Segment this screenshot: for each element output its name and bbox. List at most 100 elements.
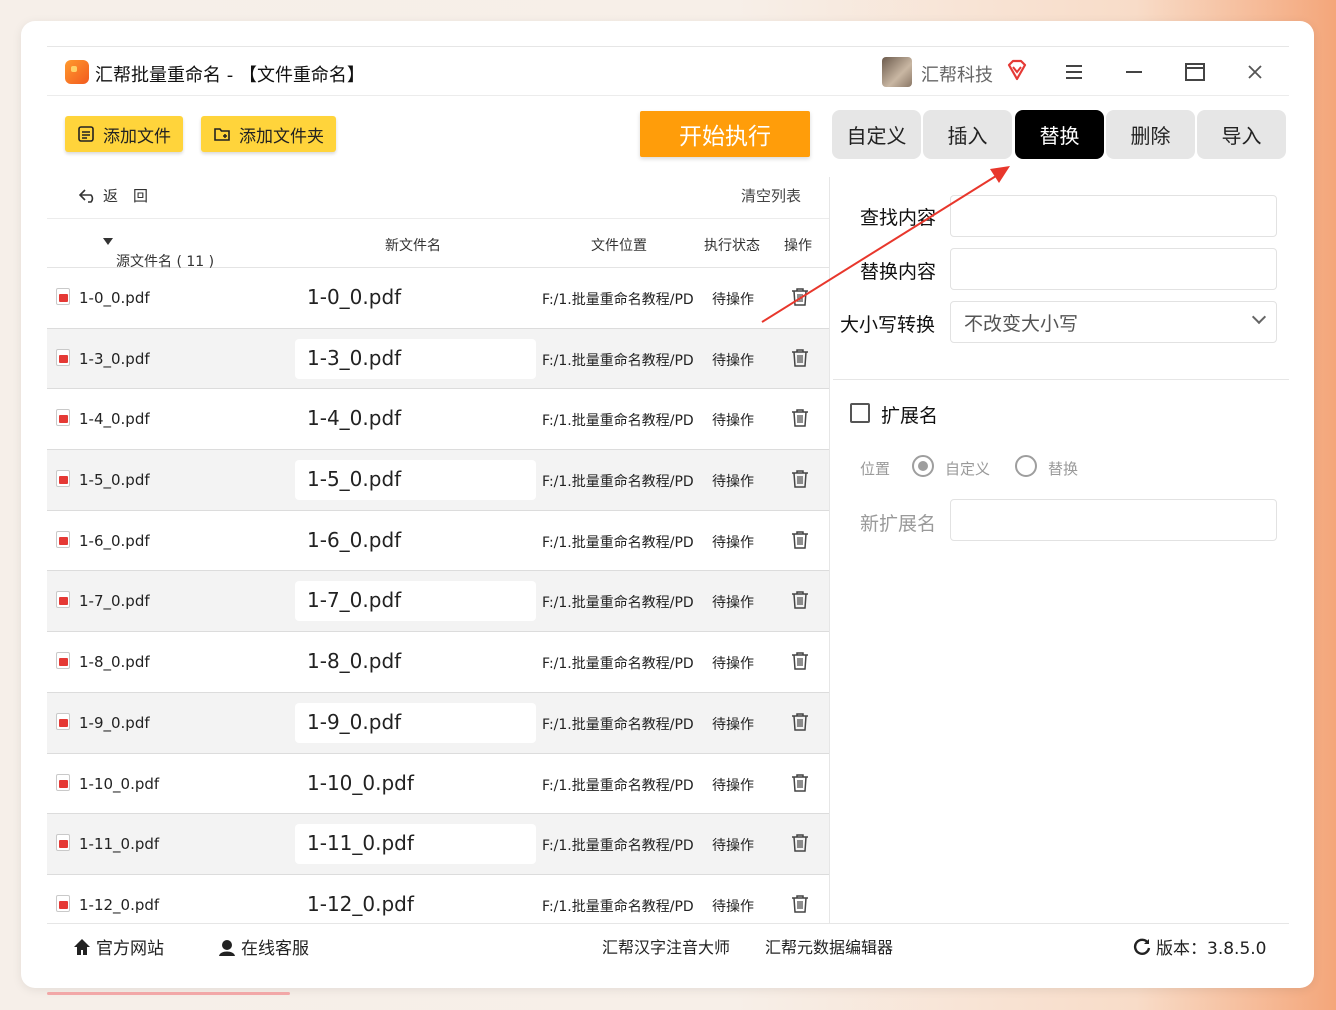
online-service-link[interactable]: 在线客服 bbox=[217, 934, 309, 959]
extension-checkbox[interactable] bbox=[850, 403, 870, 423]
table-row[interactable]: 1-7_0.pdf 1-7_0.pdf F:/1.批量重命名教程/PD 待操作 bbox=[47, 571, 829, 633]
status-badge: 待操作 bbox=[712, 595, 754, 612]
trash-icon[interactable] bbox=[791, 590, 809, 610]
new-filename[interactable]: 1-11_0.pdf bbox=[307, 831, 414, 855]
pdf-file-icon bbox=[56, 712, 70, 730]
table-row[interactable]: 1-4_0.pdf 1-4_0.pdf F:/1.批量重命名教程/PD 待操作 bbox=[47, 389, 829, 451]
status-badge: 待操作 bbox=[712, 716, 754, 733]
table-row[interactable]: 1-12_0.pdf 1-12_0.pdf F:/1.批量重命名教程/PD 待操作 bbox=[47, 875, 829, 923]
file-location: F:/1.批量重命名教程/PD bbox=[542, 292, 694, 308]
new-filename[interactable]: 1-9_0.pdf bbox=[307, 710, 401, 734]
file-location: F:/1.批量重命名教程/PD bbox=[542, 838, 694, 855]
trash-icon[interactable] bbox=[791, 469, 809, 489]
source-filename: 1-10_0.pdf bbox=[79, 774, 160, 793]
new-filename[interactable]: 1-8_0.pdf bbox=[307, 649, 401, 673]
replace-panel: 查找内容 替换内容 大小写转换 不改变大小写 扩展名 位置 自定义 替换 新扩展… bbox=[833, 177, 1289, 923]
replace-input[interactable] bbox=[950, 248, 1277, 290]
add-folder-button[interactable]: 添加文件夹 bbox=[201, 116, 336, 152]
position-replace-radio[interactable] bbox=[1015, 455, 1037, 477]
online-service-label: 在线客服 bbox=[241, 939, 309, 959]
status-badge: 待操作 bbox=[712, 534, 754, 551]
case-select[interactable]: 不改变大小写 bbox=[950, 301, 1277, 343]
trash-icon[interactable] bbox=[791, 894, 809, 914]
source-filename: 1-8_0.pdf bbox=[79, 653, 150, 672]
tab-import[interactable]: 导入 bbox=[1197, 110, 1286, 159]
metadata-tool-link[interactable]: 汇帮元数据编辑器 bbox=[765, 934, 893, 958]
back-button[interactable]: 返 回 bbox=[78, 185, 148, 206]
file-location: F:/1.批量重命名教程/PD bbox=[542, 898, 694, 915]
tab-replace[interactable]: 替换 bbox=[1015, 110, 1104, 159]
pdf-file-icon bbox=[56, 591, 70, 609]
new-filename[interactable]: 1-3_0.pdf bbox=[307, 346, 401, 370]
new-filename[interactable]: 1-7_0.pdf bbox=[307, 588, 401, 612]
app-logo-icon bbox=[65, 60, 89, 84]
trash-icon[interactable] bbox=[791, 712, 809, 732]
status-badge: 待操作 bbox=[712, 777, 754, 794]
minimize-icon[interactable] bbox=[1120, 58, 1148, 86]
back-arrow-icon bbox=[78, 189, 94, 203]
table-row[interactable]: 1-6_0.pdf 1-6_0.pdf F:/1.批量重命名教程/PD 待操作 bbox=[47, 511, 829, 572]
new-filename[interactable]: 1-5_0.pdf bbox=[307, 467, 401, 491]
pdf-file-icon bbox=[56, 288, 70, 305]
table-header: 源文件名 ( 11 ) 新文件名 文件位置 执行状态 操作 bbox=[47, 219, 829, 270]
position-custom-label: 自定义 bbox=[945, 460, 991, 478]
trash-icon[interactable] bbox=[791, 651, 809, 671]
support-agent-icon bbox=[219, 939, 235, 956]
find-label: 查找内容 bbox=[860, 207, 937, 229]
file-location: F:/1.批量重命名教程/PD bbox=[542, 777, 694, 794]
table-row[interactable]: 1-3_0.pdf 1-3_0.pdf F:/1.批量重命名教程/PD 待操作 bbox=[47, 328, 829, 390]
extension-label: 扩展名 bbox=[881, 405, 939, 427]
pdf-file-icon bbox=[56, 773, 70, 791]
trash-icon[interactable] bbox=[791, 530, 809, 550]
header-source[interactable]: 源文件名 ( 11 ) bbox=[103, 235, 214, 270]
trash-icon[interactable] bbox=[791, 408, 809, 428]
table-row[interactable]: 1-0_0.pdf 1-0_0.pdf F:/1.批量重命名教程/PD 待操作 bbox=[47, 268, 829, 329]
pinyin-tool-link[interactable]: 汇帮汉字注音大师 bbox=[602, 934, 730, 958]
trash-icon[interactable] bbox=[791, 287, 809, 307]
add-file-icon bbox=[78, 126, 94, 142]
vip-diamond-icon[interactable] bbox=[1005, 58, 1029, 82]
new-filename[interactable]: 1-12_0.pdf bbox=[307, 892, 414, 916]
file-location: F:/1.批量重命名教程/PD bbox=[542, 474, 694, 491]
new-filename[interactable]: 1-10_0.pdf bbox=[307, 771, 414, 795]
start-button[interactable]: 开始执行 bbox=[640, 111, 810, 157]
source-filename: 1-5_0.pdf bbox=[79, 471, 150, 490]
tab-insert[interactable]: 插入 bbox=[923, 110, 1012, 159]
table-row[interactable]: 1-8_0.pdf 1-8_0.pdf F:/1.批量重命名教程/PD 待操作 bbox=[47, 632, 829, 693]
file-location: F:/1.批量重命名教程/PD bbox=[542, 716, 694, 733]
table-row[interactable]: 1-10_0.pdf 1-10_0.pdf F:/1.批量重命名教程/PD 待操作 bbox=[47, 754, 829, 815]
file-location: F:/1.批量重命名教程/PD bbox=[542, 534, 694, 551]
table-row[interactable]: 1-11_0.pdf 1-11_0.pdf F:/1.批量重命名教程/PD 待操作 bbox=[47, 814, 829, 875]
new-filename[interactable]: 1-6_0.pdf bbox=[307, 528, 401, 552]
trash-icon[interactable] bbox=[791, 833, 809, 853]
user-avatar[interactable] bbox=[882, 57, 912, 87]
new-extension-input[interactable] bbox=[950, 499, 1277, 541]
pdf-file-icon bbox=[56, 348, 70, 366]
case-select-value: 不改变大小写 bbox=[964, 312, 1079, 335]
version-info[interactable]: 版本：3.8.5.0 bbox=[1132, 934, 1266, 959]
status-badge: 待操作 bbox=[712, 292, 754, 308]
table-row[interactable]: 1-5_0.pdf 1-5_0.pdf F:/1.批量重命名教程/PD 待操作 bbox=[47, 450, 829, 511]
new-filename[interactable]: 1-0_0.pdf bbox=[307, 285, 401, 309]
source-filename: 1-9_0.pdf bbox=[79, 713, 150, 732]
official-site-link[interactable]: 官方网站 bbox=[72, 934, 164, 959]
trash-icon[interactable] bbox=[791, 773, 809, 793]
table-body: 1-0_0.pdf 1-0_0.pdf F:/1.批量重命名教程/PD 待操作 1-3_… bbox=[47, 268, 829, 923]
case-label: 大小写转换 bbox=[840, 314, 936, 336]
pdf-file-icon bbox=[56, 834, 70, 852]
sort-caret-icon bbox=[103, 238, 113, 245]
tab-custom[interactable]: 自定义 bbox=[832, 110, 921, 159]
close-icon[interactable] bbox=[1241, 58, 1269, 86]
trash-icon[interactable] bbox=[791, 348, 809, 368]
menu-icon[interactable] bbox=[1060, 58, 1088, 86]
clear-list-button[interactable]: 清空列表 bbox=[741, 185, 801, 206]
new-filename[interactable]: 1-4_0.pdf bbox=[307, 406, 401, 430]
pdf-file-icon bbox=[56, 409, 70, 427]
find-input[interactable] bbox=[950, 195, 1277, 237]
add-file-button[interactable]: 添加文件 bbox=[65, 116, 183, 152]
maximize-icon[interactable] bbox=[1181, 58, 1209, 86]
status-badge: 待操作 bbox=[712, 838, 754, 855]
position-custom-radio[interactable] bbox=[912, 455, 934, 477]
tab-delete[interactable]: 删除 bbox=[1106, 110, 1195, 159]
table-row[interactable]: 1-9_0.pdf 1-9_0.pdf F:/1.批量重命名教程/PD 待操作 bbox=[47, 692, 829, 754]
